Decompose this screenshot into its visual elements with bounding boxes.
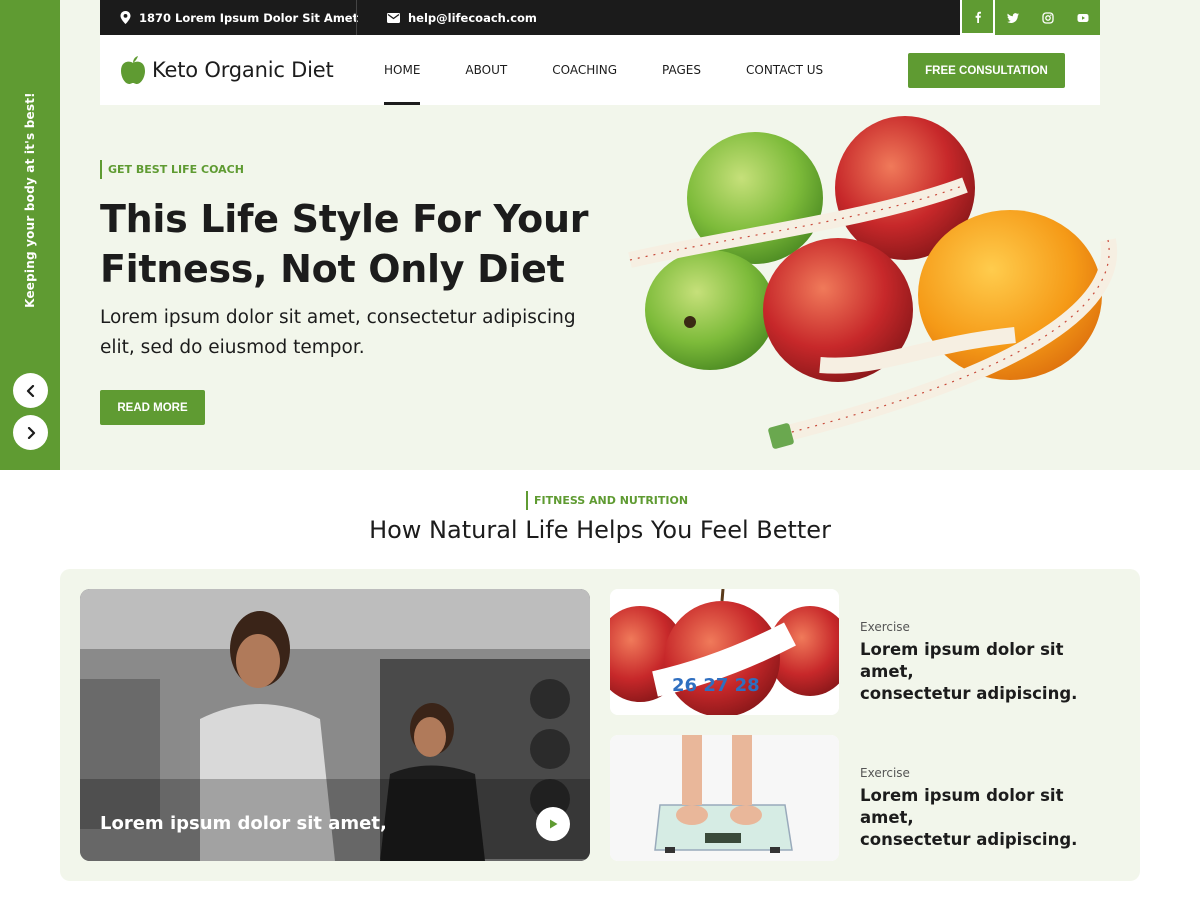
slider-prev-button[interactable] <box>13 373 48 408</box>
free-consultation-button[interactable]: FREE CONSULTATION <box>908 53 1065 88</box>
post-category-2[interactable]: Exercise <box>860 766 910 780</box>
logo-text: Keto Organic Diet <box>152 58 334 82</box>
fruits-measuring-tape-image <box>628 116 1118 449</box>
nav-item-about[interactable]: ABOUT <box>465 35 507 105</box>
read-more-button[interactable]: READ MORE <box>100 390 205 425</box>
post-title-1[interactable]: Lorem ipsum dolor sit amet, consectetur … <box>860 639 1120 705</box>
side-rail: Keeping your body at it's best! <box>0 0 60 470</box>
hero-title: This Life Style For Your Fitness, Not On… <box>100 194 600 294</box>
hero-text-line2: elit, sed do eiusmod tempor. <box>100 337 365 358</box>
section-eyebrow: FITNESS AND NUTRITION <box>526 491 688 510</box>
weighing-scale-image <box>610 735 839 861</box>
location-pin-icon <box>120 11 131 24</box>
eyebrow-bar <box>526 491 528 510</box>
twitter-link[interactable] <box>995 0 1030 35</box>
hero-title-line2: Fitness, Not Only Diet <box>100 247 565 291</box>
topbar-divider <box>356 0 357 35</box>
hero-eyebrow: GET BEST LIFE COACH <box>100 160 244 179</box>
post-title-1-line1: Lorem ipsum dolor sit amet, <box>860 640 1064 681</box>
svg-text:26 27 28: 26 27 28 <box>672 675 760 696</box>
top-info-bar: 1870 Lorem Ipsum Dolor Sit Amet help@lif… <box>100 0 960 35</box>
site-logo[interactable]: Keto Organic Diet <box>120 55 334 85</box>
hero-eyebrow-text: GET BEST LIFE COACH <box>108 163 244 176</box>
nav-item-home[interactable]: HOME <box>384 35 421 105</box>
hero-text-line1: Lorem ipsum dolor sit amet, consectetur … <box>100 307 576 328</box>
youtube-link[interactable] <box>1065 0 1100 35</box>
address-text: 1870 Lorem Ipsum Dolor Sit Amet <box>139 10 359 25</box>
facebook-link[interactable] <box>960 0 995 35</box>
play-icon <box>550 819 558 829</box>
post-title-2-line1: Lorem ipsum dolor sit amet, <box>860 786 1064 827</box>
email-text: help@lifecoach.com <box>408 10 537 25</box>
nav-menu: HOME ABOUT COACHING PAGES CONTACT US <box>384 35 868 105</box>
play-video-button[interactable] <box>536 807 570 841</box>
slider-next-button[interactable] <box>13 415 48 450</box>
youtube-icon <box>1077 13 1088 22</box>
rail-tagline: Keeping your body at it's best! <box>23 92 37 308</box>
nav-item-contact-us[interactable]: CONTACT US <box>746 35 823 105</box>
section-eyebrow-text: FITNESS AND NUTRITION <box>534 494 689 507</box>
hero-title-line1: This Life Style For Your <box>100 197 589 241</box>
featured-post-card[interactable]: Lorem ipsum dolor sit amet, <box>80 589 590 861</box>
chevron-right-icon <box>27 426 35 439</box>
nav-item-coaching[interactable]: COACHING <box>552 35 617 105</box>
post-title-2[interactable]: Lorem ipsum dolor sit amet, consectetur … <box>860 785 1120 851</box>
post-category-1[interactable]: Exercise <box>860 620 910 634</box>
chevron-left-icon <box>26 384 34 397</box>
post-thumbnail-apple[interactable]: 26 27 28 <box>610 589 839 715</box>
address-item: 1870 Lorem Ipsum Dolor Sit Amet <box>120 0 358 35</box>
post-title-1-line2: consectetur adipiscing. <box>860 684 1078 703</box>
email-item[interactable]: help@lifecoach.com <box>387 0 537 35</box>
main-navigation: Keto Organic Diet HOME ABOUT COACHING PA… <box>100 35 1100 105</box>
post-thumbnail-scale[interactable] <box>610 735 839 861</box>
nav-item-pages[interactable]: PAGES <box>662 35 701 105</box>
eyebrow-bar <box>100 160 102 179</box>
social-links <box>960 0 1100 35</box>
apple-logo-icon <box>121 56 145 84</box>
post-title-2-line2: consectetur adipiscing. <box>860 830 1078 849</box>
twitter-icon <box>1006 12 1019 23</box>
apple-tape-image: 26 27 28 <box>610 589 839 715</box>
hero-description: Lorem ipsum dolor sit amet, consectetur … <box>100 303 590 363</box>
featured-post-caption: Lorem ipsum dolor sit amet, <box>100 813 387 834</box>
section-title: How Natural Life Helps You Feel Better <box>369 516 831 544</box>
instagram-icon <box>1041 11 1054 24</box>
envelope-icon <box>387 12 400 23</box>
instagram-link[interactable] <box>1030 0 1065 35</box>
facebook-icon <box>975 11 981 23</box>
